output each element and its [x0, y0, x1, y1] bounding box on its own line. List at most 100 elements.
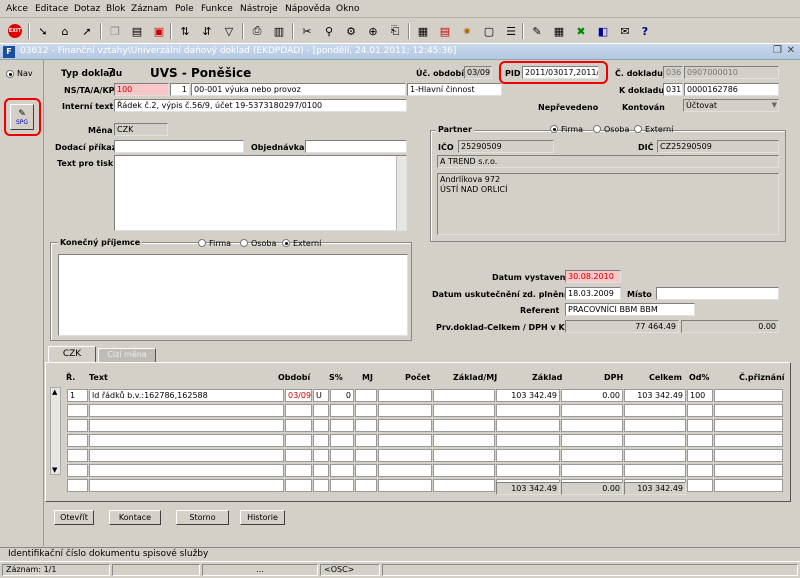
table-cell-empty[interactable] [285, 434, 312, 447]
table-cell-empty[interactable] [89, 404, 284, 417]
kontovan-select[interactable]: Účtovat ▼ [683, 99, 779, 112]
table-cell-empty[interactable] [561, 419, 623, 432]
restore-icon[interactable]: ❐ [773, 45, 782, 56]
table-cell-empty[interactable] [496, 419, 560, 432]
table-cell-empty[interactable] [355, 404, 377, 417]
help-icon[interactable]: ? [636, 22, 654, 40]
table-cell-empty[interactable] [433, 419, 495, 432]
historie-button[interactable]: Historie [240, 510, 285, 525]
preview-icon[interactable]: ▥ [270, 22, 288, 40]
paste-icon[interactable]: ▤ [128, 22, 146, 40]
row1-zakladmj[interactable] [433, 389, 495, 402]
table-cell-empty[interactable] [355, 449, 377, 462]
menu-pole[interactable]: Pole [175, 4, 194, 14]
table-cell-empty[interactable] [285, 449, 312, 462]
table-cell-empty[interactable] [67, 419, 88, 432]
scroll-down-icon[interactable]: ▼ [52, 466, 57, 474]
table-cell-empty[interactable] [313, 404, 329, 417]
table-cell-empty[interactable] [433, 434, 495, 447]
table-cell-empty[interactable] [313, 464, 329, 477]
row1-r[interactable]: 1 [67, 389, 88, 402]
excel-icon[interactable]: ✖ [572, 22, 590, 40]
table-cell-empty[interactable] [687, 419, 713, 432]
table-cell-empty[interactable] [561, 434, 623, 447]
a-field[interactable]: 00-001 výuka nebo provoz [191, 83, 406, 96]
table-cell-empty[interactable] [496, 464, 560, 477]
document-icon[interactable]: ▤ [436, 22, 454, 40]
zoom-icon[interactable]: ⊕ [364, 22, 382, 40]
sort-asc-icon[interactable]: ⇅ [176, 22, 194, 40]
save-icon[interactable]: ➘ [34, 22, 52, 40]
konecny-osoba-radio[interactable] [240, 239, 248, 247]
table-cell-empty[interactable] [561, 449, 623, 462]
table-scrollbar[interactable]: ▲ ▼ [50, 387, 61, 475]
referent-field[interactable]: PRACOVNÍCI BBM BBM [565, 303, 695, 316]
list-icon[interactable]: ☰ [502, 22, 520, 40]
grid-icon[interactable]: ▦ [550, 22, 568, 40]
table-cell-empty[interactable] [433, 404, 495, 417]
partner-firma-radio[interactable] [550, 125, 558, 133]
word-icon[interactable]: ◧ [594, 22, 612, 40]
table-cell-empty[interactable] [687, 449, 713, 462]
dic-field[interactable]: CZ25290509 [657, 140, 779, 153]
lookup-icon[interactable]: ⚲ [320, 22, 338, 40]
table-cell-empty[interactable] [313, 479, 329, 492]
text-pro-tisk-field[interactable] [114, 155, 407, 231]
table-cell-empty[interactable] [624, 404, 686, 417]
table-cell-empty[interactable] [313, 434, 329, 447]
filter-icon[interactable]: ▽ [220, 22, 238, 40]
table-cell-empty[interactable] [285, 464, 312, 477]
table-cell-empty[interactable] [378, 464, 432, 477]
table-cell-empty[interactable] [714, 449, 783, 462]
partner-externi-radio[interactable] [634, 125, 642, 133]
table-cell-empty[interactable] [330, 449, 354, 462]
ico-field[interactable]: 25290509 [458, 140, 554, 153]
window-icon[interactable]: ▢ [480, 22, 498, 40]
row1-obdobi[interactable]: 03/09 [285, 389, 312, 402]
tab-cizi-mena[interactable]: Cizí měna [98, 348, 156, 362]
menu-okno[interactable]: Okno [336, 4, 360, 14]
table-cell-empty[interactable] [313, 419, 329, 432]
table-cell-empty[interactable] [355, 464, 377, 477]
table-cell-empty[interactable] [561, 404, 623, 417]
table-cell-empty[interactable] [561, 464, 623, 477]
table-cell-empty[interactable] [89, 479, 284, 492]
table-cell-empty[interactable] [687, 434, 713, 447]
table-cell-empty[interactable] [496, 449, 560, 462]
table-cell-empty[interactable] [330, 434, 354, 447]
table-cell-empty[interactable] [285, 419, 312, 432]
partner-address-field[interactable]: Andrlíkova 972 ÚSTÍ NAD ORLICÍ [437, 173, 779, 235]
partner-name-field[interactable]: A TREND s.r.o. [437, 155, 779, 168]
row1-s[interactable]: U [313, 389, 329, 402]
table-cell-empty[interactable] [89, 449, 284, 462]
copy-icon[interactable]: ❐ [106, 22, 124, 40]
table-cell-empty[interactable] [378, 419, 432, 432]
table-cell-empty[interactable] [378, 449, 432, 462]
close-icon[interactable]: ✕ [787, 45, 795, 56]
table-cell-empty[interactable] [89, 434, 284, 447]
table-cell-empty[interactable] [378, 434, 432, 447]
table-cell-empty[interactable] [496, 434, 560, 447]
k-dokladu-prefix[interactable]: 031 [663, 83, 683, 96]
tab-czk[interactable]: CZK [48, 346, 96, 362]
row1-od[interactable]: 100 [687, 389, 713, 402]
ta-field[interactable]: 1 [170, 83, 190, 96]
row1-pocet[interactable] [378, 389, 432, 402]
note-icon[interactable]: ✎ [528, 22, 546, 40]
prv-celkem-field[interactable]: 77 464.49 [565, 320, 679, 333]
table-cell-empty[interactable] [624, 434, 686, 447]
c-dokladu-number[interactable]: 0907000010 [684, 66, 779, 79]
calendar-icon[interactable]: ▦ [414, 22, 432, 40]
table-cell-empty[interactable] [89, 419, 284, 432]
partner-osoba-radio[interactable] [593, 125, 601, 133]
uc-obdobi-field[interactable]: 03/09 [464, 66, 492, 79]
exit-icon[interactable]: EXIT [6, 22, 24, 40]
undo-icon[interactable]: ➚ [78, 22, 96, 40]
sun-icon[interactable]: ✷ [458, 22, 476, 40]
table-cell-empty[interactable] [624, 419, 686, 432]
table-cell-empty[interactable] [67, 449, 88, 462]
table-cell-empty[interactable] [714, 434, 783, 447]
table-cell-empty[interactable] [313, 449, 329, 462]
otevrit-button[interactable]: Otevřít [54, 510, 94, 525]
table-cell-empty[interactable] [433, 464, 495, 477]
